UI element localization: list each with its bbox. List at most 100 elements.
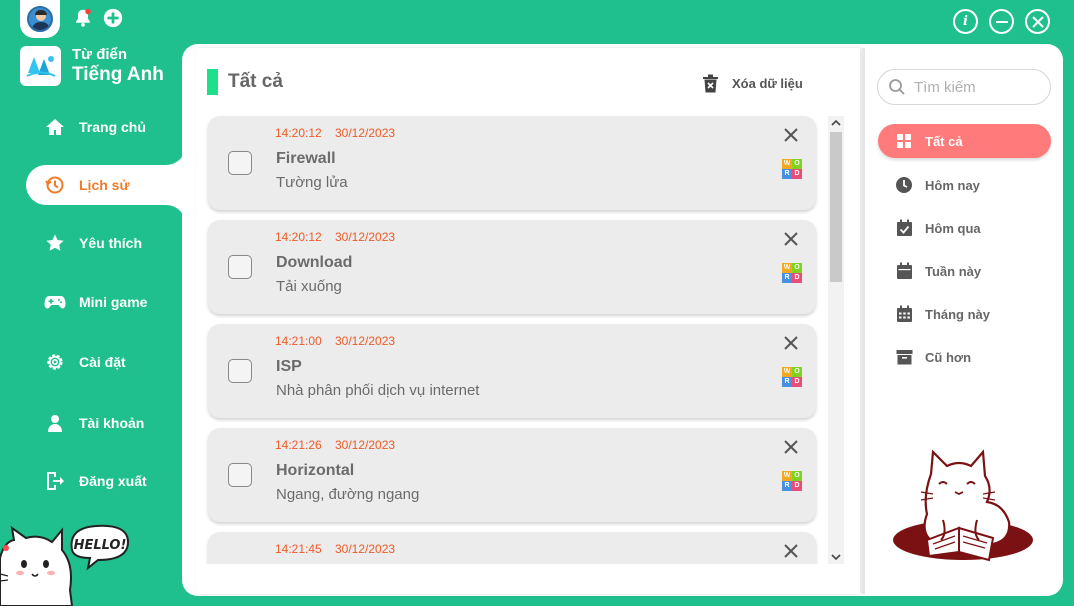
filter-this-week[interactable]: Tuần này — [878, 254, 1051, 288]
filter-this-month[interactable]: Tháng này — [878, 297, 1051, 331]
filter-label: Tất cả — [925, 133, 963, 149]
filter-today[interactable]: Hôm nay — [878, 168, 1051, 202]
home-icon — [44, 116, 66, 138]
filter-label: Tháng này — [925, 306, 991, 322]
delete-entry-icon[interactable] — [783, 335, 799, 351]
calendar-check-icon — [895, 219, 913, 237]
word-badge-icon[interactable]: WO RD — [782, 471, 802, 491]
avatar-icon — [27, 6, 53, 32]
entry-time: 14:20:12 — [275, 126, 322, 140]
list-scrollbar[interactable] — [828, 116, 844, 564]
history-list[interactable]: 14:20:12 30/12/2023 Firewall Tường lửa W… — [200, 110, 825, 564]
entry-meaning: Ngang, đường ngang — [276, 486, 420, 503]
brand-subtitle: Tiếng Anh — [72, 64, 164, 85]
select-checkbox[interactable] — [228, 255, 252, 279]
search-icon — [889, 79, 905, 95]
entry-date: 30/12/2023 — [335, 542, 396, 556]
star-icon — [44, 232, 66, 254]
sidebar-item-mini-game[interactable]: Mini game — [26, 282, 182, 322]
dictionary-logo-icon — [26, 56, 55, 77]
entry-word: Download — [276, 254, 353, 271]
scroll-down-icon[interactable] — [828, 550, 844, 564]
entry-date: 30/12/2023 — [335, 230, 396, 244]
sidebar-item-label: Yêu thích — [79, 235, 143, 251]
clear-data-button[interactable]: Xóa dữ liệu — [702, 74, 803, 93]
sidebar-item-history[interactable]: Lịch sử — [26, 165, 186, 205]
close-window-button[interactable] — [1025, 9, 1050, 34]
close-icon — [1031, 15, 1044, 28]
sidebar-item-favorites[interactable]: Yêu thích — [26, 223, 182, 263]
entry-date: 30/12/2023 — [335, 334, 396, 348]
clear-data-label: Xóa dữ liệu — [732, 76, 803, 91]
gear-icon — [44, 351, 66, 373]
sidebar-item-label: Đăng xuất — [79, 473, 147, 489]
calendar-grid-icon — [895, 305, 913, 323]
filter-label: Tuần này — [925, 263, 982, 279]
sidebar-item-logout[interactable]: Đăng xuất — [26, 461, 182, 501]
info-button[interactable]: i — [953, 9, 978, 34]
word-badge-icon[interactable]: WO RD — [782, 263, 802, 283]
trash-icon — [703, 74, 718, 93]
word-badge-icon[interactable]: WO RD — [782, 367, 802, 387]
delete-entry-icon[interactable] — [783, 127, 799, 143]
history-icon — [44, 174, 66, 196]
minimize-icon — [995, 20, 1008, 23]
sidebar-item-home[interactable]: Trang chủ — [26, 107, 182, 147]
clock-icon — [895, 176, 913, 194]
entry-meaning: Nhà phân phối dịch vụ internet — [276, 382, 480, 399]
info-icon: i — [963, 14, 968, 29]
bell-icon[interactable] — [72, 7, 94, 29]
word-badge-icon[interactable]: WO RD — [782, 159, 802, 179]
minimize-button[interactable] — [989, 9, 1014, 34]
delete-entry-icon[interactable] — [783, 543, 799, 559]
entry-time: 14:21:45 — [275, 542, 322, 556]
list-item[interactable]: 14:20:12 30/12/2023 Firewall Tường lửa W… — [208, 116, 816, 210]
entry-time: 14:21:26 — [275, 438, 322, 452]
select-checkbox[interactable] — [228, 359, 252, 383]
filter-all[interactable]: Tất cả — [878, 124, 1051, 158]
user-icon — [44, 412, 66, 434]
sidebar-item-account[interactable]: Tài khoản — [26, 403, 182, 443]
gamepad-icon — [44, 291, 66, 313]
grid-icon — [895, 132, 913, 150]
entry-word: ISP — [276, 358, 302, 375]
entry-meaning: Tường lửa — [276, 174, 348, 191]
app-window: i Từ điển Tiếng Anh Trang chủ Lịch sử Yê… — [0, 0, 1074, 606]
select-checkbox[interactable] — [228, 463, 252, 487]
calendar-icon — [895, 262, 913, 280]
filter-yesterday[interactable]: Hôm qua — [878, 211, 1051, 245]
list-item[interactable]: 14:20:12 30/12/2023 Download Tải xuống W… — [208, 220, 816, 314]
sidebar-item-label: Cài đặt — [79, 354, 126, 370]
filter-label: Cũ hơn — [925, 349, 972, 365]
delete-entry-icon[interactable] — [783, 231, 799, 247]
entry-word: Horizontal — [276, 462, 355, 479]
entry-date: 30/12/2023 — [335, 126, 396, 140]
title-marker — [207, 69, 218, 95]
filter-label: Hôm nay — [925, 177, 980, 193]
page-title: Tất cả — [228, 71, 283, 92]
sidebar-item-label: Trang chủ — [79, 119, 146, 135]
sidebar-item-label: Lịch sử — [79, 177, 130, 193]
select-checkbox[interactable] — [228, 151, 252, 175]
sidebar-item-settings[interactable]: Cài đặt — [26, 342, 182, 382]
filter-label: Hôm qua — [925, 220, 981, 236]
avatar[interactable] — [20, 0, 60, 38]
filter-older[interactable]: Cũ hơn — [878, 340, 1051, 374]
reading-cat-mascot — [893, 449, 1033, 562]
list-item[interactable]: 14:21:45 30/12/2023 — [208, 532, 816, 564]
entry-time: 14:21:00 — [275, 334, 322, 348]
entry-date: 30/12/2023 — [335, 438, 396, 452]
list-item[interactable]: 14:21:00 30/12/2023 ISP Nhà phân phối dị… — [208, 324, 816, 418]
logout-icon — [44, 470, 66, 492]
add-icon[interactable] — [102, 7, 124, 29]
search-box[interactable] — [877, 69, 1051, 105]
delete-entry-icon[interactable] — [783, 439, 799, 455]
scroll-thumb[interactable] — [830, 132, 842, 282]
scroll-up-icon[interactable] — [828, 116, 844, 130]
sidebar-item-label: Mini game — [79, 294, 148, 310]
hello-speech-text: HELLO! — [74, 538, 127, 553]
search-input[interactable] — [914, 78, 1044, 96]
sidebar-item-label: Tài khoản — [79, 415, 145, 431]
panel-divider — [862, 48, 865, 594]
list-item[interactable]: 14:21:26 30/12/2023 Horizontal Ngang, đư… — [208, 428, 816, 522]
